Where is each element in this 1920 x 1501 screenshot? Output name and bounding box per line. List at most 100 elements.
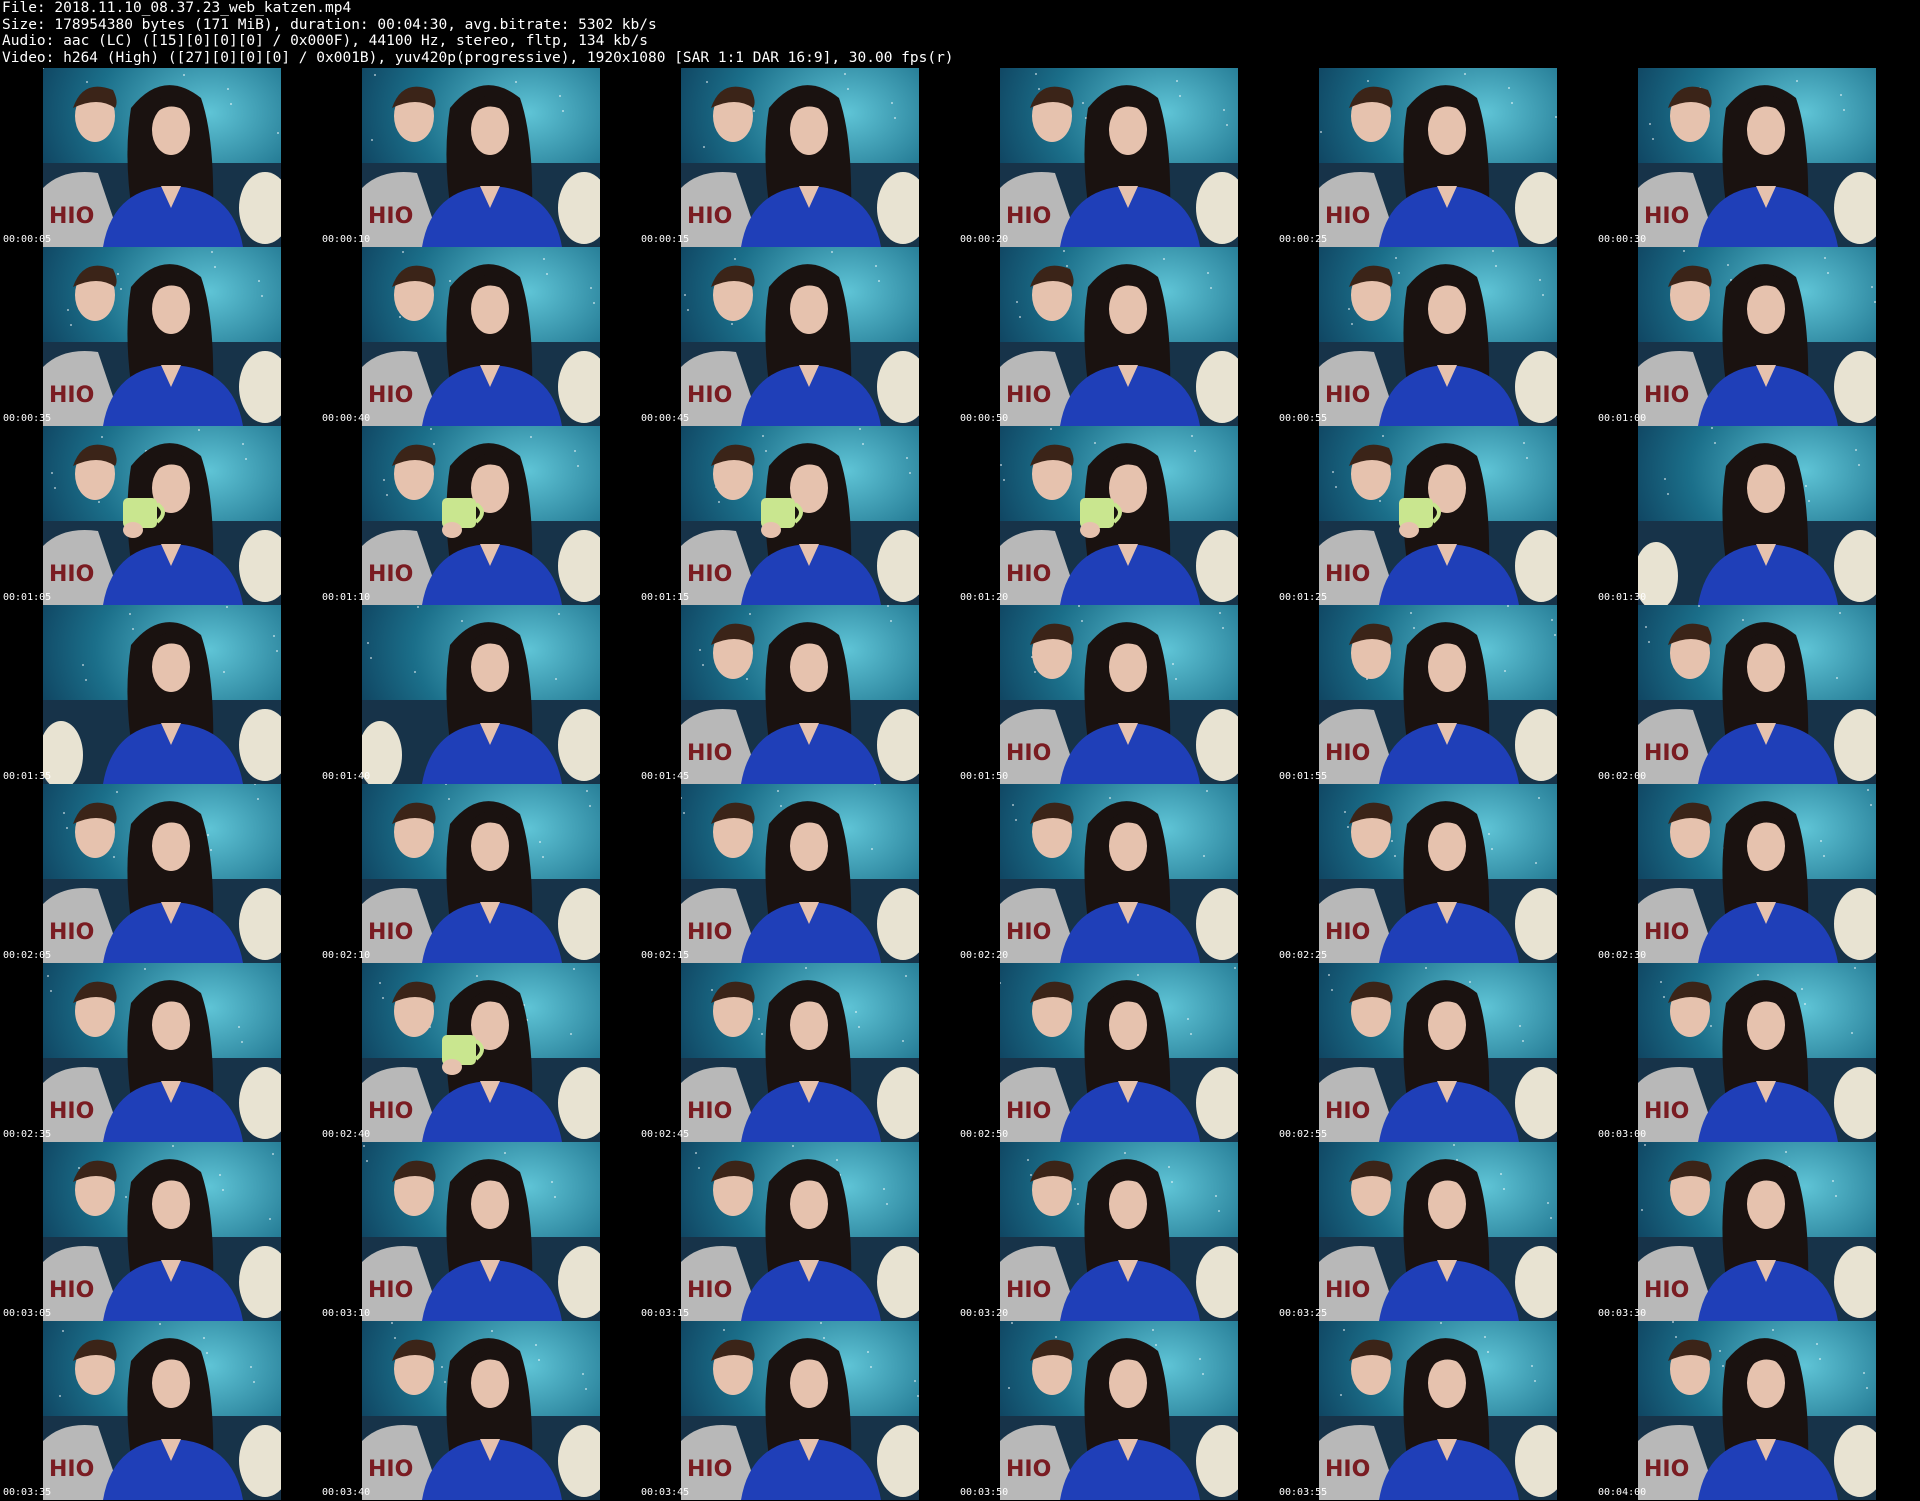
frame-thumbnail: HIO (43, 1142, 281, 1321)
frame-cell: HIO 00:03:50 (957, 1321, 1276, 1500)
frame-thumbnail: HIO (43, 963, 281, 1142)
svg-text:HIO: HIO (1325, 1278, 1370, 1303)
frame-thumbnail (362, 605, 600, 784)
svg-text:HIO: HIO (1644, 1278, 1689, 1303)
svg-text:HIO: HIO (1006, 1099, 1051, 1124)
frame-thumbnail: HIO (681, 247, 919, 426)
svg-text:HIO: HIO (368, 920, 413, 945)
svg-text:HIO: HIO (1325, 1099, 1370, 1124)
frame-timestamp: 00:02:55 (1279, 1129, 1328, 1140)
svg-text:HIO: HIO (49, 204, 94, 229)
frame-cell: 00:01:40 (319, 605, 638, 784)
frame-cell: HIO 00:03:25 (1276, 1142, 1595, 1321)
frame-thumbnail: HIO (1319, 247, 1557, 426)
frame-timestamp: 00:01:45 (641, 771, 690, 782)
frame-cell: HIO 00:02:40 (319, 963, 638, 1142)
frame-thumbnail: HIO (1638, 605, 1876, 784)
frame-thumbnail: HIO (362, 1142, 600, 1321)
frame-timestamp: 00:02:20 (960, 950, 1009, 961)
frame-timestamp: 00:00:50 (960, 413, 1009, 424)
svg-text:HIO: HIO (1006, 920, 1051, 945)
frame-timestamp: 00:02:15 (641, 950, 690, 961)
svg-text:HIO: HIO (1644, 920, 1689, 945)
frame-cell: HIO 00:00:25 (1276, 68, 1595, 247)
frame-thumbnail: HIO (1000, 784, 1238, 963)
frame-timestamp: 00:00:20 (960, 234, 1009, 245)
frame-cell: HIO 00:03:20 (957, 1142, 1276, 1321)
svg-text:HIO: HIO (368, 204, 413, 229)
frame-thumbnail: HIO (1000, 1321, 1238, 1500)
frame-cell: HIO 00:03:00 (1595, 963, 1914, 1142)
frame-cell: HIO 00:04:00 (1595, 1321, 1914, 1500)
frame-timestamp: 00:01:30 (1598, 592, 1647, 603)
frame-cell: HIO 00:02:05 (0, 784, 319, 963)
frame-timestamp: 00:00:40 (322, 413, 371, 424)
frame-cell: HIO 00:02:20 (957, 784, 1276, 963)
svg-text:HIO: HIO (1325, 1457, 1370, 1482)
svg-text:HIO: HIO (1006, 383, 1051, 408)
frame-cell: HIO 00:00:30 (1595, 68, 1914, 247)
frame-cell: HIO 00:03:45 (638, 1321, 957, 1500)
frame-cell: HIO 00:01:15 (638, 426, 957, 605)
frame-timestamp: 00:01:55 (1279, 771, 1328, 782)
frame-cell: HIO 00:03:55 (1276, 1321, 1595, 1500)
frame-timestamp: 00:01:05 (3, 592, 52, 603)
svg-text:HIO: HIO (1006, 741, 1051, 766)
svg-text:HIO: HIO (1006, 562, 1051, 587)
frame-cell: HIO 00:00:50 (957, 247, 1276, 426)
svg-text:HIO: HIO (1644, 204, 1689, 229)
frame-cell: HIO 00:00:05 (0, 68, 319, 247)
svg-text:HIO: HIO (49, 562, 94, 587)
frame-timestamp: 00:00:55 (1279, 413, 1328, 424)
thumbnail-grid: HIO 00:00:05 HIO 00:00:10 HIO 00:00:15 HIO 00:0… (0, 68, 1920, 1501)
frame-cell: HIO 00:00:55 (1276, 247, 1595, 426)
svg-text:HIO: HIO (1325, 562, 1370, 587)
frame-thumbnail: HIO (1319, 426, 1557, 605)
frame-cell: HIO 00:01:50 (957, 605, 1276, 784)
frame-timestamp: 00:01:35 (3, 771, 52, 782)
frame-timestamp: 00:04:00 (1598, 1487, 1647, 1498)
svg-text:HIO: HIO (687, 920, 732, 945)
frame-thumbnail: HIO (362, 1321, 600, 1500)
frame-timestamp: 00:02:05 (3, 950, 52, 961)
frame-thumbnail: HIO (1000, 605, 1238, 784)
frame-timestamp: 00:02:25 (1279, 950, 1328, 961)
frame-timestamp: 00:02:30 (1598, 950, 1647, 961)
frame-cell: HIO 00:01:10 (319, 426, 638, 605)
svg-text:HIO: HIO (1006, 1278, 1051, 1303)
frame-cell: HIO 00:00:15 (638, 68, 957, 247)
frame-thumbnail: HIO (1000, 963, 1238, 1142)
svg-text:HIO: HIO (1644, 1099, 1689, 1124)
frame-cell: HIO 00:02:45 (638, 963, 957, 1142)
svg-text:HIO: HIO (687, 741, 732, 766)
frame-timestamp: 00:03:30 (1598, 1308, 1647, 1319)
frame-timestamp: 00:01:20 (960, 592, 1009, 603)
frame-timestamp: 00:03:50 (960, 1487, 1009, 1498)
frame-thumbnail: HIO (362, 963, 600, 1142)
svg-text:HIO: HIO (49, 1457, 94, 1482)
frame-cell: HIO 00:02:25 (1276, 784, 1595, 963)
svg-text:HIO: HIO (687, 204, 732, 229)
frame-thumbnail: HIO (681, 784, 919, 963)
frame-thumbnail: HIO (1638, 1142, 1876, 1321)
frame-thumbnail: HIO (1638, 247, 1876, 426)
frame-thumbnail: HIO (1000, 68, 1238, 247)
svg-text:HIO: HIO (368, 1278, 413, 1303)
frame-timestamp: 00:03:15 (641, 1308, 690, 1319)
frame-timestamp: 00:03:45 (641, 1487, 690, 1498)
frame-thumbnail: HIO (681, 1142, 919, 1321)
frame-timestamp: 00:03:05 (3, 1308, 52, 1319)
svg-text:HIO: HIO (687, 1457, 732, 1482)
frame-thumbnail: HIO (1319, 784, 1557, 963)
frame-timestamp: 00:03:40 (322, 1487, 371, 1498)
frame-cell: 00:01:35 (0, 605, 319, 784)
svg-text:HIO: HIO (368, 1099, 413, 1124)
frame-timestamp: 00:01:25 (1279, 592, 1328, 603)
frame-thumbnail: HIO (43, 784, 281, 963)
frame-timestamp: 00:01:00 (1598, 413, 1647, 424)
frame-timestamp: 00:00:15 (641, 234, 690, 245)
frame-cell: 00:01:30 (1595, 426, 1914, 605)
frame-timestamp: 00:03:35 (3, 1487, 52, 1498)
frame-thumbnail: HIO (362, 68, 600, 247)
frame-timestamp: 00:02:00 (1598, 771, 1647, 782)
